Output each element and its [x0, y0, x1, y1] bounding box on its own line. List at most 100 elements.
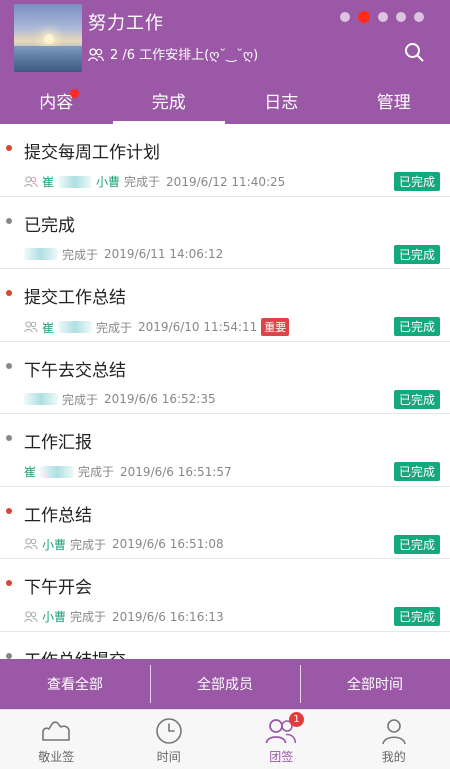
task-item[interactable]: 提交每周工作计划 崔 小曹 完成于 2019/6/12 11:40:25 已完成: [0, 124, 450, 197]
nav-team[interactable]: 1 团签: [225, 710, 338, 769]
task-title: 提交每周工作计划: [24, 143, 160, 163]
task-title: 下午开会: [24, 578, 92, 598]
filter-all-members[interactable]: 全部成员: [150, 659, 300, 709]
subtitle-text: 2 /6 工作安排上(ღ˘‿˘ღ): [110, 48, 259, 63]
member-name: 小曹: [42, 537, 67, 552]
task-title: 提交工作总结: [24, 288, 126, 308]
notification-badge: 1: [289, 712, 304, 727]
page-indicator: [340, 11, 424, 23]
tab-label: 完成: [151, 92, 186, 113]
tab-bar: 内容 完成 日志 管理: [0, 76, 450, 124]
task-meta: 完成于 2019/6/6 16:52:35: [24, 391, 216, 408]
status-badge: 已完成: [393, 389, 440, 409]
clock-icon: [155, 716, 183, 746]
cloud-icon: [39, 716, 73, 746]
filter-view-all[interactable]: 查看全部: [0, 659, 150, 709]
nav-label: 时间: [156, 750, 181, 764]
nav-mine[interactable]: 我的: [338, 710, 450, 769]
task-meta: 小曹 完成于 2019/6/6 16:51:08: [24, 536, 224, 553]
member-name: 崔: [42, 320, 55, 335]
filter-all-time[interactable]: 全部时间: [300, 659, 450, 709]
completed-time: 2019/6/11 14:06:12: [104, 247, 224, 261]
task-item[interactable]: 下午去交总结 完成于 2019/6/6 16:52:35 已完成: [0, 342, 450, 414]
task-item[interactable]: 工作汇报 崔 完成于 2019/6/6 16:51:57 已完成: [0, 414, 450, 487]
task-item[interactable]: 提交工作总结 崔 完成于 2019/6/10 11:54:11 重要 已完成: [0, 269, 450, 342]
completed-label: 完成于: [62, 247, 99, 262]
completed-time: 2019/6/10 11:54:11: [138, 320, 258, 334]
person-icon: [24, 610, 38, 622]
task-meta: 崔 小曹 完成于 2019/6/12 11:40:25: [24, 173, 285, 190]
completed-label: 完成于: [124, 175, 161, 189]
task-title: 工作总结: [24, 505, 92, 526]
status-badge: 已完成: [393, 607, 440, 626]
person-icon: [24, 321, 38, 333]
tab-manage[interactable]: 管理: [338, 76, 450, 124]
task-title: 工作总结提交: [24, 646, 126, 660]
search-icon[interactable]: [404, 42, 424, 62]
task-item[interactable]: 工作总结 小曹 完成于 2019/6/6 16:51:08 已完成: [0, 487, 450, 559]
nav-jingyeqian[interactable]: 敬业签: [0, 710, 113, 769]
tab-content[interactable]: 内容: [0, 76, 113, 124]
completed-label: 完成于: [70, 537, 107, 552]
nav-time[interactable]: 时间: [113, 710, 226, 769]
task-meta: 崔 完成于 2019/6/6 16:51:57: [24, 463, 232, 480]
task-title: 已完成: [24, 215, 75, 236]
completed-time: 2019/6/6 16:51:57: [120, 464, 232, 479]
page-dot: [396, 12, 406, 22]
bullet-dot: [6, 217, 12, 224]
status-badge: 已完成: [393, 317, 440, 336]
status-badge: 已完成: [393, 172, 440, 191]
tab-completed[interactable]: 完成: [112, 76, 226, 124]
completed-time: 2019/6/6 16:52:35: [104, 392, 216, 406]
bullet-dot: [6, 145, 12, 151]
notification-dot: [70, 89, 79, 98]
completed-task-list: 提交每周工作计划 崔 小曹 完成于 2019/6/12 11:40:25 已完成…: [0, 124, 450, 659]
page-dot-active: [358, 11, 370, 23]
task-item[interactable]: 工作总结提交: [0, 632, 450, 660]
member-name: 小曹: [42, 610, 67, 624]
task-item[interactable]: 已完成 完成于 2019/6/11 14:06:12 已完成: [0, 197, 450, 269]
status-badge: 已完成: [393, 462, 440, 481]
avatar-sun: [44, 34, 54, 44]
tab-log[interactable]: 日志: [225, 76, 338, 124]
member-name: 小曹: [96, 175, 121, 189]
blurred-name: [24, 393, 58, 405]
person-icon: [380, 716, 408, 746]
nav-label: 敬业签: [38, 750, 75, 764]
bullet-dot: [6, 652, 12, 659]
tab-label: 日志: [264, 92, 299, 113]
task-meta: 小曹 完成于 2019/6/6 16:16:13: [24, 608, 224, 625]
bullet-dot: [6, 362, 12, 369]
completed-label: 完成于: [96, 320, 133, 335]
blurred-name: [24, 248, 58, 260]
filter-bar: 查看全部 全部成员 全部时间: [0, 659, 450, 709]
blurred-name: [58, 321, 93, 333]
avatar-sea: [14, 46, 82, 72]
status-badge: 已完成: [393, 244, 440, 264]
task-meta: 完成于 2019/6/11 14:06:12: [24, 246, 223, 263]
nav-label: 我的: [381, 750, 406, 764]
group-subtitle[interactable]: 2 /6 工作安排上(ღ˘‿˘ღ): [88, 44, 258, 63]
nav-label: 团签: [269, 750, 294, 764]
task-item[interactable]: 下午开会 小曹 完成于 2019/6/6 16:16:13 已完成: [0, 559, 450, 632]
group-header: 努力工作 2 /6 工作安排上(ღ˘‿˘ღ): [0, 0, 450, 76]
completed-time: 2019/6/6 16:51:08: [112, 537, 224, 551]
completed-time: 2019/6/6 16:16:13: [112, 609, 224, 624]
status-badge: 已完成: [393, 534, 440, 554]
bullet-dot: [6, 507, 12, 514]
group-avatar[interactable]: [14, 4, 82, 72]
blurred-name: [40, 465, 75, 478]
completed-time: 2019/6/12 11:40:25: [166, 174, 286, 189]
blurred-name: [58, 175, 93, 188]
important-tag: 重要: [261, 318, 290, 336]
group-title: 努力工作: [88, 13, 164, 34]
bullet-dot: [6, 435, 12, 441]
person-icon: [24, 538, 38, 550]
task-title: 下午去交总结: [24, 360, 126, 381]
bottom-nav: 敬业签 时间 1 团签 我的: [0, 709, 450, 769]
person-icon: [24, 175, 38, 187]
completed-label: 完成于: [78, 465, 115, 479]
page-dot: [414, 12, 424, 22]
task-meta: 崔 完成于 2019/6/10 11:54:11 重要: [24, 318, 290, 336]
tab-label: 内容: [39, 92, 74, 113]
